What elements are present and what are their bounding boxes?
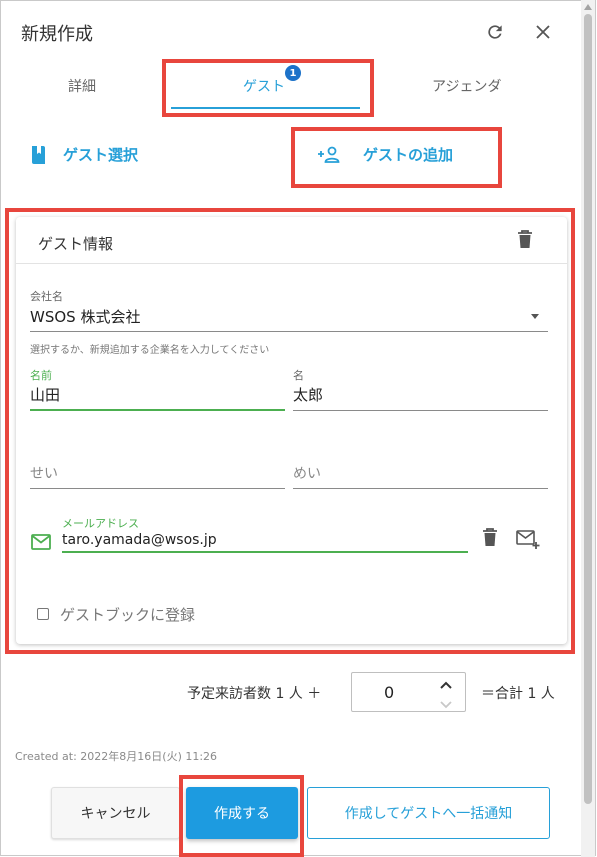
first-name-kana-input[interactable]: めい	[293, 463, 321, 483]
first-name-kana-underline	[293, 488, 548, 489]
last-name-label: 名前	[30, 369, 52, 382]
expected-visitors-label: 予定来訪者数 1 人 ＋	[187, 686, 322, 702]
create-and-notify-button[interactable]: 作成してゲストへ一括通知	[307, 787, 550, 839]
company-underline	[30, 331, 548, 332]
tab-active-indicator	[171, 107, 360, 109]
delete-email-icon[interactable]	[482, 527, 498, 551]
last-name-kana-input[interactable]: せい	[30, 463, 58, 483]
email-label: メールアドレス	[62, 517, 139, 530]
close-icon[interactable]	[529, 18, 557, 46]
first-name-label: 名	[293, 369, 304, 382]
last-name-kana-underline	[30, 488, 285, 489]
tab-agenda[interactable]: アジェンダ	[432, 76, 501, 96]
guest-info-card: ゲスト情報 会社名 WSOS 株式会社 選択するか、新規追加する企業名を入力して…	[16, 217, 567, 644]
email-icon	[31, 534, 51, 554]
created-at-text: Created at: 2022年8月16日(火) 11:26	[15, 750, 218, 763]
select-guest-button[interactable]: ゲスト選択	[31, 144, 138, 165]
first-name-underline	[293, 410, 548, 411]
guestbook-label: ゲストブックに登録	[60, 606, 196, 624]
create-button[interactable]: 作成する	[186, 787, 298, 839]
decrement-icon[interactable]	[439, 695, 453, 714]
add-guest-label: ゲストの追加	[363, 146, 454, 164]
tab-guest-badge: 1	[285, 65, 301, 81]
delete-guest-icon[interactable]	[517, 229, 533, 253]
dropdown-arrow-icon[interactable]	[531, 314, 539, 319]
cancel-button[interactable]: キャンセル	[51, 787, 180, 839]
email-underline	[62, 551, 468, 553]
add-guest-button[interactable]: ゲストの追加	[317, 144, 453, 165]
guest-info-title: ゲスト情報	[38, 235, 114, 253]
company-select[interactable]: WSOS 株式会社	[30, 306, 140, 327]
total-visitors-label: ＝合計 1 人	[481, 686, 555, 702]
tab-details[interactable]: 詳細	[68, 76, 96, 96]
guestbook-checkbox[interactable]	[37, 608, 49, 620]
dialog-title: 新規作成	[21, 24, 93, 45]
tab-guest[interactable]: ゲスト	[243, 76, 285, 96]
refresh-icon[interactable]	[481, 18, 509, 46]
visitors-input[interactable]: 0	[384, 683, 394, 702]
company-label: 会社名	[30, 290, 63, 303]
last-name-input[interactable]: 山田	[30, 384, 60, 405]
scroll-up-arrow-icon[interactable]	[584, 4, 592, 10]
person-add-icon	[318, 146, 340, 163]
scrollbar[interactable]	[581, 0, 595, 857]
company-hint: 選択するか、新規追加する企業名を入力してください	[30, 345, 270, 356]
last-name-underline	[30, 409, 285, 411]
book-icon	[32, 145, 45, 164]
scrollbar-thumb[interactable]	[584, 14, 592, 804]
add-email-icon[interactable]	[516, 530, 540, 554]
increment-icon[interactable]	[439, 675, 453, 694]
first-name-input[interactable]: 太郎	[293, 384, 323, 405]
email-input[interactable]: taro.yamada@wsos.jp	[62, 532, 217, 548]
card-divider	[16, 263, 567, 264]
select-guest-label: ゲスト選択	[63, 146, 139, 164]
